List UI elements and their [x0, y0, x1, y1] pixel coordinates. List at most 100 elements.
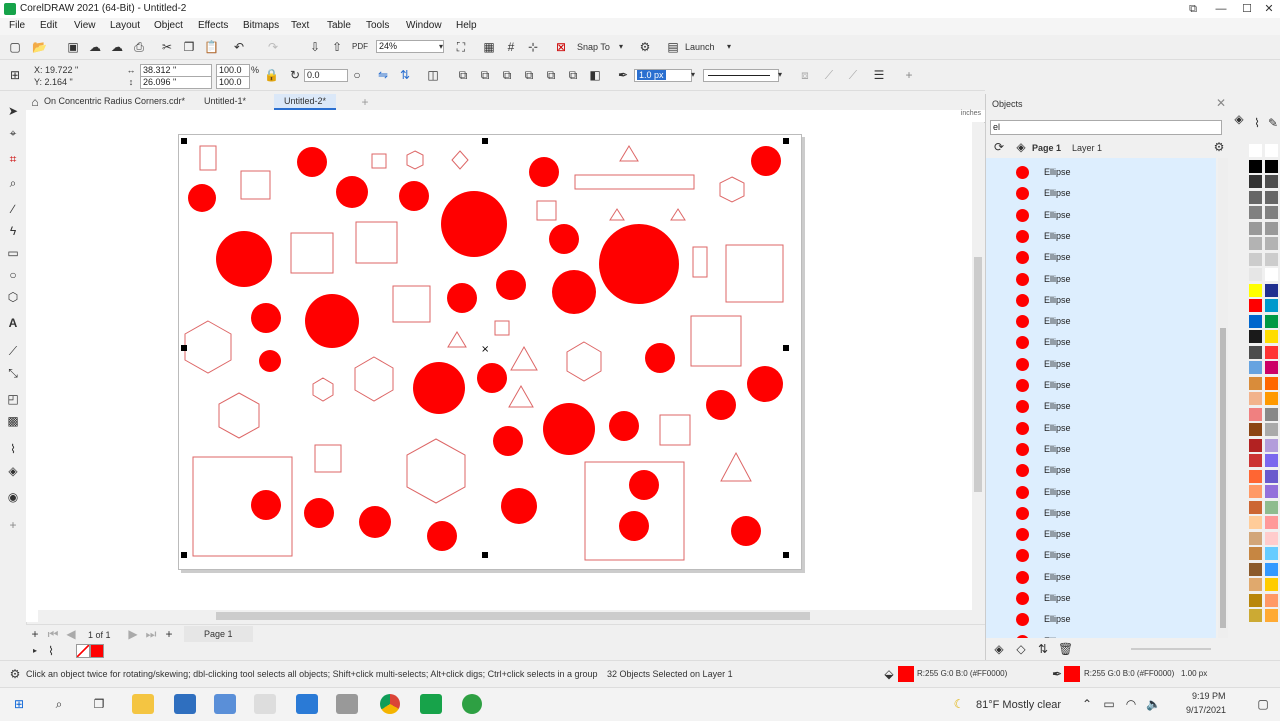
grid-icon[interactable]: # [504, 40, 518, 54]
palette-swatch[interactable] [1265, 190, 1278, 204]
palette-swatch[interactable] [1249, 190, 1262, 204]
object-row-ellipse[interactable]: Ellipse [986, 289, 1216, 311]
eyedropper-tool-icon[interactable]: ⌇ [6, 442, 20, 456]
notification-icon[interactable]: ▢ [1256, 697, 1270, 711]
app-icon-camera[interactable] [336, 694, 358, 714]
palette-swatch[interactable] [1249, 485, 1262, 498]
object-row-ellipse[interactable]: Ellipse [986, 183, 1216, 205]
delete-icon[interactable]: 🗑 [1058, 642, 1073, 656]
palette-swatch[interactable] [1265, 299, 1278, 312]
menu-file[interactable]: File [9, 20, 25, 31]
palette-swatch[interactable] [1249, 252, 1262, 266]
y-position-field[interactable]: Y: 2.164 " [34, 77, 73, 87]
menu-help[interactable]: Help [456, 20, 477, 31]
paste-icon[interactable]: 📋 [204, 40, 219, 54]
prev-page-icon[interactable]: ◀ [64, 627, 78, 641]
app-icon-mail[interactable] [296, 694, 318, 714]
object-row-ellipse[interactable]: Ellipse [986, 417, 1216, 439]
palette-swatch[interactable] [1249, 376, 1262, 390]
object-list[interactable]: Ellipse Ellipse Ellipse Ellipse Ellipse Ellip… [986, 158, 1216, 638]
object-row-ellipse[interactable]: Ellipse [986, 311, 1216, 333]
print-icon[interactable]: ⎙ [132, 40, 146, 54]
snap-chevron-down-icon[interactable]: ▾ [614, 40, 628, 54]
back-minus-front-icon[interactable]: ⧉ [566, 68, 580, 82]
scale-height-field[interactable]: 100.0 [216, 76, 250, 89]
cut-icon[interactable]: ✂ [160, 40, 174, 54]
menu-window[interactable]: Window [406, 20, 442, 31]
zoom-tool-icon[interactable]: ⌕ [6, 176, 20, 190]
tab-untitled-1[interactable]: Untitled-1* [204, 96, 246, 106]
menu-bitmaps[interactable]: Bitmaps [243, 20, 279, 31]
object-row-ellipse[interactable]: Ellipse [986, 545, 1216, 567]
undo-icon[interactable]: ↶ [232, 40, 246, 54]
palette-eyedropper-tool-icon[interactable]: ⌇ [1250, 116, 1264, 130]
zoom-slider[interactable] [1131, 648, 1211, 650]
palette-swatch[interactable] [1265, 454, 1278, 467]
palette-swatch[interactable] [1249, 469, 1262, 483]
line-style-chevron-icon[interactable]: ▾ [773, 68, 787, 82]
align-distribute-icon[interactable]: ☰ [872, 68, 886, 82]
first-page-icon[interactable]: ⏮ [46, 627, 60, 641]
app-icon-green[interactable] [462, 694, 482, 714]
shape-tool-icon[interactable]: ⌖ [6, 126, 20, 140]
launch-chevron-down-icon[interactable]: ▾ [722, 40, 736, 54]
snap-icon[interactable]: ⊠ [554, 40, 568, 54]
open-icon[interactable]: 📂 [32, 40, 47, 54]
menu-tools[interactable]: Tools [366, 20, 389, 31]
redo-icon[interactable]: ↷ [266, 40, 280, 54]
windows-start-icon[interactable]: ⊞ [12, 697, 26, 711]
window-restore-icon[interactable]: ⧉ [1180, 0, 1206, 18]
object-row-ellipse[interactable]: Ellipse [986, 566, 1216, 588]
tab-untitled-2[interactable]: Untitled-2* [274, 94, 337, 110]
palette-swatch[interactable] [1265, 547, 1278, 560]
drawing-canvas[interactable]: × [179, 135, 801, 569]
guidelines-icon[interactable]: ⊹ [526, 40, 540, 54]
red-swatch[interactable] [90, 644, 104, 658]
menu-layout[interactable]: Layout [110, 20, 140, 31]
palette-swatch[interactable] [1249, 547, 1262, 560]
status-gear-icon[interactable]: ⚙ [8, 667, 22, 681]
palette-swatch[interactable] [1249, 237, 1262, 250]
palette-swatch[interactable] [1265, 392, 1278, 405]
drop-shadow-icon[interactable]: ◰ [6, 392, 20, 406]
rectangle-tool-icon[interactable]: ▭ [6, 246, 20, 260]
object-list-scroll-thumb[interactable] [1220, 328, 1226, 628]
add-page-icon[interactable]: + [28, 627, 42, 641]
palette-swatch[interactable] [1249, 175, 1262, 188]
palette-swatch[interactable] [1249, 392, 1262, 405]
network-icon[interactable]: ▭ [1102, 697, 1116, 711]
palette-swatch[interactable] [1265, 345, 1278, 359]
add-icon[interactable]: + [902, 68, 916, 82]
parallel-dimension-icon[interactable]: ⟋ [6, 344, 20, 358]
transparency-tool-icon[interactable]: ▩ [6, 414, 20, 428]
angle-field[interactable]: 0.0 [304, 69, 348, 82]
break-apart-icon[interactable]: ⟋ [846, 68, 860, 82]
pen-outline-icon[interactable]: ✒ [616, 68, 630, 82]
rulers-icon[interactable]: ▦ [482, 40, 496, 54]
connector-tool-icon[interactable]: ⤡ [6, 366, 20, 380]
palette-swatch[interactable] [1265, 376, 1278, 390]
object-row-ellipse[interactable]: Ellipse [986, 353, 1216, 375]
fill-color-swatch[interactable] [898, 666, 914, 682]
chrome-icon[interactable] [380, 694, 400, 714]
move-icon[interactable]: ⇅ [1036, 642, 1050, 656]
palette-swatch[interactable] [1265, 423, 1278, 436]
palette-swatch[interactable] [1265, 469, 1278, 483]
trim-icon[interactable]: ⧉ [478, 68, 492, 82]
object-row-ellipse[interactable]: Ellipse [986, 375, 1216, 396]
object-search-input[interactable]: el [990, 120, 1222, 135]
palette-swatch[interactable] [1265, 268, 1278, 281]
palette-swatch[interactable] [1249, 159, 1262, 173]
weld-icon[interactable]: ⧉ [456, 68, 470, 82]
coreldraw-taskbar-icon[interactable] [420, 694, 442, 714]
wifi-icon[interactable]: ◠ [1124, 697, 1138, 711]
palette-swatch[interactable] [1265, 609, 1278, 622]
palette-swatch[interactable] [1265, 407, 1278, 421]
volume-icon[interactable]: 🔈 [1146, 697, 1161, 711]
last-page-icon[interactable]: ⏭ [144, 627, 158, 641]
palette-swatch[interactable] [1249, 438, 1262, 452]
launch-icon[interactable]: ▤ [666, 40, 680, 54]
outline-color-swatch[interactable] [1064, 666, 1080, 682]
palette-swatch[interactable] [1249, 283, 1262, 297]
save-icon[interactable]: ▣ [66, 40, 80, 54]
